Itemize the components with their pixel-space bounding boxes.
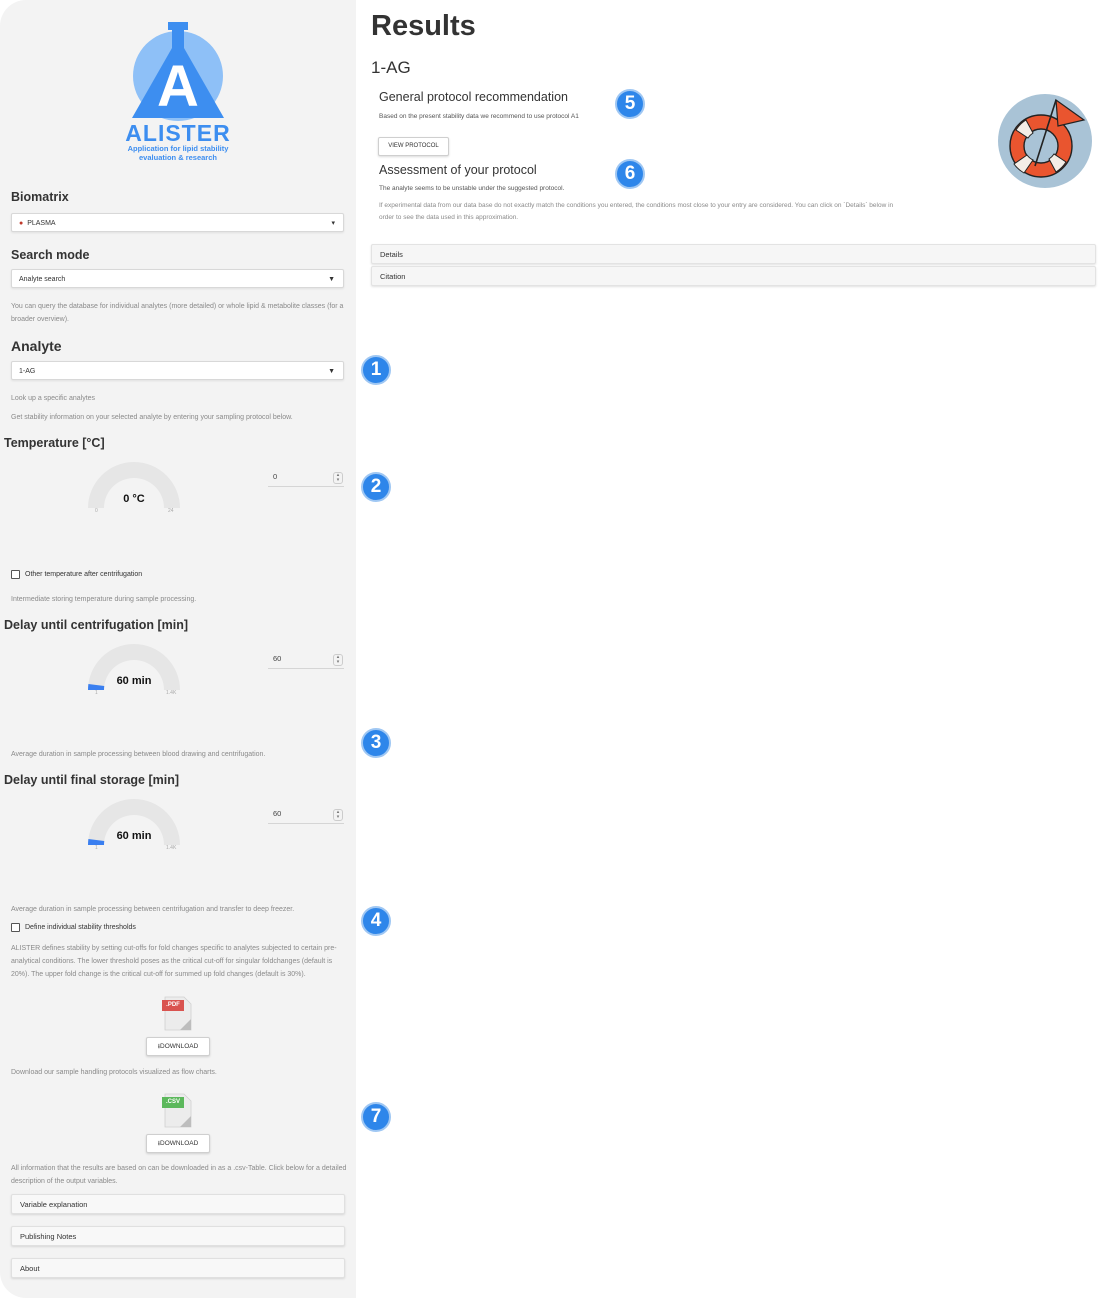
page-title: Results <box>371 10 476 42</box>
citation-panel[interactable]: Citation <box>371 266 1096 286</box>
svg-text:A: A <box>157 54 199 119</box>
annotation-badge-1: 1 <box>361 355 391 385</box>
chevron-down-icon: ▼ <box>328 368 335 375</box>
sidebar: A ALISTER Application for lipid stabilit… <box>0 0 356 1298</box>
lifebuoy-flag-icon <box>998 94 1092 188</box>
alister-logo: A ALISTER Application for lipid stabilit… <box>120 18 236 164</box>
selected-analyte-heading: 1-AG <box>371 58 411 77</box>
download-pdf-label: DOWNLOAD <box>160 1043 199 1050</box>
spinner-icon[interactable]: ▴ ▾ <box>333 809 343 821</box>
search-mode-value: Analyte search <box>19 276 66 283</box>
spinner-icon[interactable]: ▴ ▾ <box>333 654 343 666</box>
view-protocol-button[interactable]: VIEW PROTOCOL <box>378 137 449 156</box>
csv-file-icon: .CSV <box>162 1092 192 1128</box>
spinner-icon[interactable]: ▴ ▾ <box>333 472 343 484</box>
temperature-input[interactable]: 0 ▴ ▾ <box>268 469 344 487</box>
delay-centrifugation-gauge-max: 1.4K <box>166 690 177 696</box>
delay-centrifugation-gauge: 60 min 1 1.4K <box>84 638 184 702</box>
chevron-down-icon: ▼ <box>328 276 335 283</box>
delay-centrifugation-input[interactable]: 60 ▴ ▾ <box>268 651 344 669</box>
delay-centrifugation-gauge-value: 60 min <box>116 675 152 687</box>
pdf-help: Download our sample handling protocols v… <box>11 1069 217 1076</box>
download-pdf-button[interactable]: ⭳DOWNLOAD <box>146 1037 210 1056</box>
flask-logo-icon: A <box>132 22 224 121</box>
temperature-input-value: 0 <box>273 472 278 481</box>
assessment-text: The analyte seems to be unstable under t… <box>379 185 565 192</box>
delay-centrifugation-label: Delay until centrifugation [min] <box>4 618 189 632</box>
temperature-gauge: 0 °C 0 24 <box>84 456 184 520</box>
temperature-help: Intermediate storing temperature during … <box>11 596 197 603</box>
pdf-file-icon: .PDF <box>162 995 192 1031</box>
details-panel[interactable]: Details <box>371 244 1096 264</box>
publishing-notes-panel[interactable]: Publishing Notes <box>11 1226 345 1246</box>
biomatrix-select[interactable]: ● PLASMA ▾ <box>11 213 344 232</box>
temperature-gauge-min: 0 <box>95 508 98 514</box>
annotation-badge-5: 5 <box>615 89 645 119</box>
delay-storage-label: Delay until final storage [min] <box>4 773 180 787</box>
other-temperature-label: Other temperature after centrifugation <box>25 571 143 578</box>
logo-wordmark: ALISTER <box>125 120 231 146</box>
analyte-value: 1-AG <box>19 368 36 375</box>
csv-badge: .CSV <box>162 1097 184 1108</box>
annotation-badge-3: 3 <box>361 728 391 758</box>
logo-subtitle-line-2: evaluation & research <box>139 153 217 162</box>
annotation-badge-4: 4 <box>361 906 391 936</box>
temperature-gauge-max: 24 <box>168 508 174 514</box>
about-panel[interactable]: About <box>11 1258 345 1278</box>
biomatrix-label: Biomatrix <box>11 190 69 204</box>
stability-thresholds-label: Define individual stability thresholds <box>25 924 136 931</box>
delay-storage-gauge-max: 1.4K <box>166 845 177 851</box>
csv-help: All information that the results are bas… <box>11 1165 347 1185</box>
stability-thresholds-help: ALISTER defines stability by setting cut… <box>11 945 337 978</box>
temperature-label: Temperature [°C] <box>4 436 105 450</box>
delay-centrifugation-input-value: 60 <box>273 654 282 663</box>
assessment-note: If experimental data from our data base … <box>379 202 894 221</box>
pdf-badge: .PDF <box>162 1000 184 1011</box>
annotation-badge-6: 6 <box>615 159 645 189</box>
delay-storage-help: Average duration in sample processing be… <box>11 906 295 913</box>
logo-subtitle-line-1: Application for lipid stability <box>127 144 229 153</box>
search-mode-help: You can query the database for individua… <box>11 303 344 323</box>
delay-storage-input-value: 60 <box>273 809 282 818</box>
search-mode-select[interactable]: Analyte search ▼ <box>11 269 344 288</box>
assessment-heading: Assessment of your protocol <box>379 163 537 177</box>
analyte-help-2: Get stability information on your select… <box>11 414 293 421</box>
analyte-label: Analyte <box>11 338 62 354</box>
search-mode-label: Search mode <box>11 248 90 262</box>
delay-storage-input[interactable]: 60 ▴ ▾ <box>268 806 344 824</box>
stability-thresholds-checkbox[interactable] <box>11 923 20 932</box>
biomatrix-value: PLASMA <box>27 220 56 227</box>
delay-centrifugation-gauge-min: 1 <box>95 690 98 696</box>
analyte-select[interactable]: 1-AG ▼ <box>11 361 344 380</box>
annotation-badge-7: 7 <box>361 1102 391 1132</box>
logo-subtitle: Application for lipid stability evaluati… <box>120 144 236 162</box>
recommendation-heading: General protocol recommendation <box>379 90 568 104</box>
delay-storage-gauge: 60 min 1 1.4K <box>84 793 184 857</box>
analyte-help-1: Look up a specific analytes <box>11 395 96 402</box>
download-csv-button[interactable]: ⭳DOWNLOAD <box>146 1134 210 1153</box>
other-temperature-checkbox[interactable] <box>11 570 20 579</box>
annotation-badge-2: 2 <box>361 472 391 502</box>
delay-storage-gauge-value: 60 min <box>116 830 152 842</box>
chevron-down-icon: ▾ <box>331 220 335 227</box>
temperature-gauge-value: 0 °C <box>123 493 145 505</box>
blood-drop-icon: ● <box>19 220 24 227</box>
download-csv-label: DOWNLOAD <box>160 1140 199 1147</box>
recommendation-text: Based on the present stability data we r… <box>379 113 579 120</box>
delay-centrifugation-help: Average duration in sample processing be… <box>11 751 266 758</box>
variable-explanation-panel[interactable]: Variable explanation <box>11 1194 345 1214</box>
delay-storage-gauge-min: 1 <box>95 845 98 851</box>
